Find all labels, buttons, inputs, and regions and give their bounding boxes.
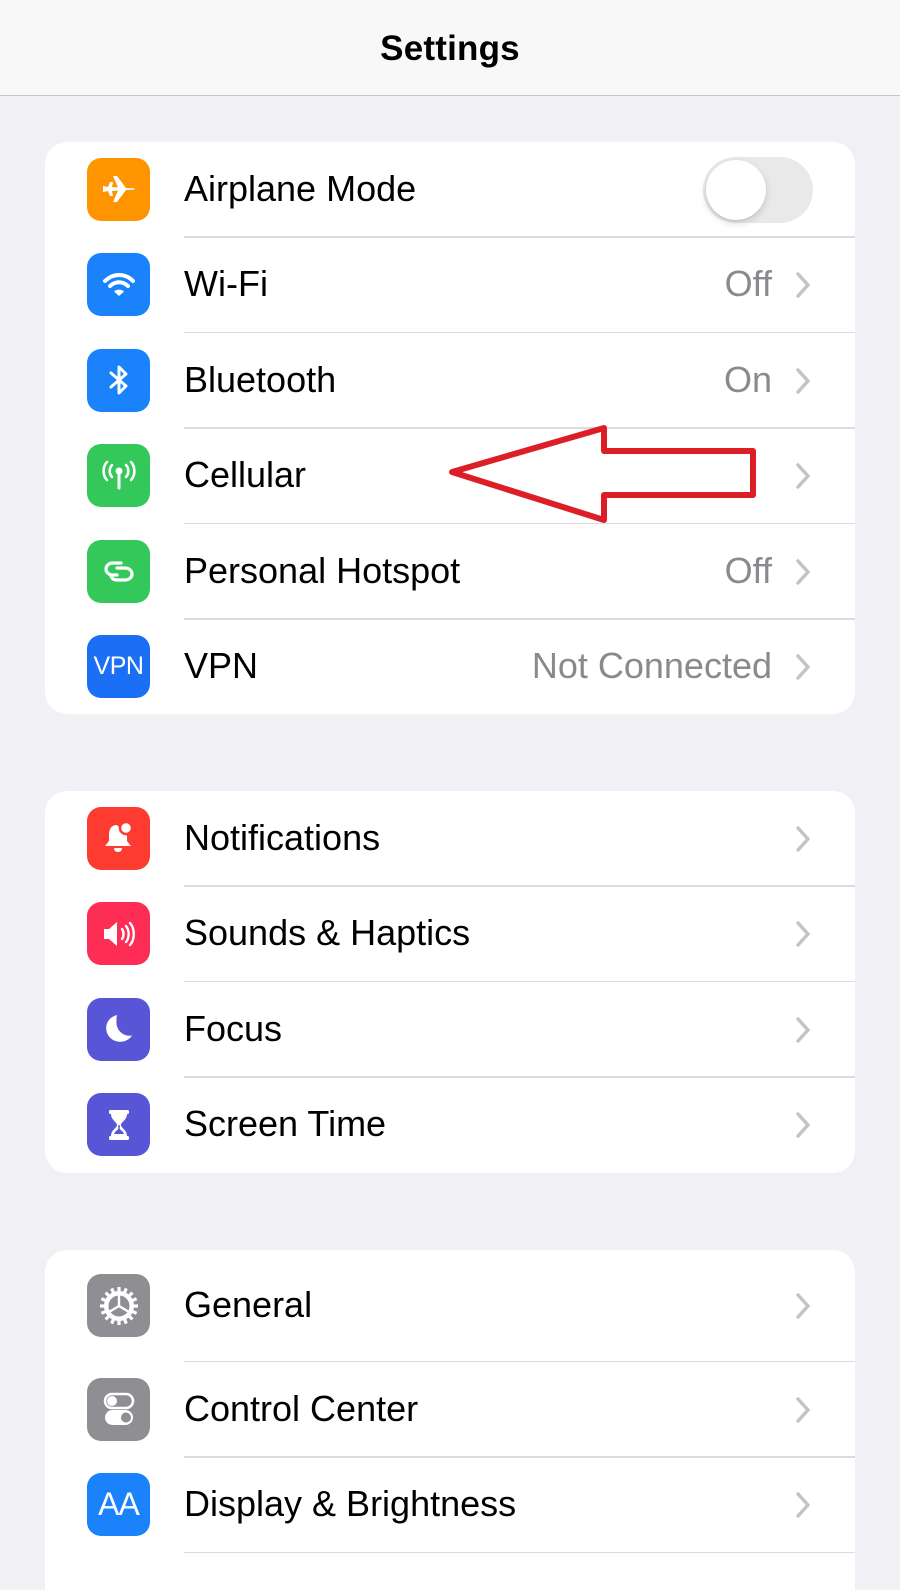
hourglass-icon bbox=[87, 1093, 150, 1157]
bell-icon bbox=[87, 806, 150, 870]
vpn-label: VPN bbox=[184, 645, 259, 687]
sounds-haptics-label: Sounds & Haptics bbox=[184, 912, 471, 954]
settings-row-general[interactable]: General bbox=[45, 1250, 855, 1362]
navigation-bar: Settings bbox=[0, 0, 900, 96]
chevron-right-icon bbox=[796, 559, 810, 585]
page-title: Settings bbox=[380, 28, 520, 68]
display-icon-text: AA bbox=[98, 1486, 140, 1523]
chevron-right-icon bbox=[796, 921, 810, 947]
speaker-icon bbox=[87, 902, 150, 966]
settings-row-cellular[interactable]: Cellular bbox=[45, 429, 855, 524]
settings-row-focus[interactable]: Focus bbox=[45, 982, 855, 1078]
chevron-right-icon bbox=[796, 1492, 810, 1518]
settings-group-attention: Notifications Sounds & Haptics Focus Scr… bbox=[45, 791, 855, 1173]
chevron-right-icon bbox=[796, 1397, 810, 1423]
chevron-right-icon bbox=[796, 1112, 810, 1138]
airplane-mode-toggle[interactable] bbox=[703, 156, 813, 223]
vpn-icon: VPN bbox=[87, 635, 150, 699]
personal-hotspot-status-value: Off bbox=[724, 549, 772, 591]
bluetooth-status-value: On bbox=[723, 358, 772, 400]
airplane-icon bbox=[87, 157, 150, 221]
vpn-status-value: Not Connected bbox=[531, 645, 772, 687]
screen-time-label: Screen Time bbox=[184, 1103, 387, 1145]
chevron-right-icon bbox=[796, 463, 810, 489]
control-center-label: Control Center bbox=[184, 1387, 419, 1429]
airplane-mode-label: Airplane Mode bbox=[184, 167, 417, 209]
personal-hotspot-label: Personal Hotspot bbox=[184, 549, 461, 591]
vpn-icon-text: VPN bbox=[93, 652, 144, 681]
settings-row-personal-hotspot[interactable]: Personal Hotspot Off bbox=[45, 524, 855, 620]
chevron-right-icon bbox=[796, 1017, 810, 1043]
settings-group-general: General Control Center AA Display & Brig… bbox=[45, 1250, 855, 1590]
hotspot-link-icon bbox=[87, 539, 150, 603]
settings-row-screen-time[interactable]: Screen Time bbox=[45, 1078, 855, 1174]
bluetooth-label: Bluetooth bbox=[184, 358, 337, 400]
settings-row-vpn[interactable]: VPN VPN Not Connected bbox=[45, 620, 855, 715]
bluetooth-icon bbox=[87, 348, 150, 412]
chevron-right-icon bbox=[796, 654, 810, 680]
display-text-size-icon: AA bbox=[87, 1473, 150, 1537]
general-label: General bbox=[184, 1284, 313, 1326]
display-brightness-label: Display & Brightness bbox=[184, 1483, 517, 1525]
settings-row-bluetooth[interactable]: Bluetooth On bbox=[45, 333, 855, 429]
focus-label: Focus bbox=[184, 1007, 283, 1049]
chevron-right-icon bbox=[796, 368, 810, 394]
control-center-toggles-icon bbox=[87, 1377, 150, 1441]
wifi-status-value: Off bbox=[724, 263, 772, 305]
settings-row-display-brightness[interactable]: AA Display & Brightness bbox=[45, 1458, 855, 1553]
chevron-right-icon bbox=[796, 1293, 810, 1319]
settings-group-connectivity: Airplane Mode Wi-Fi Off Bluetooth On Cel… bbox=[45, 142, 855, 714]
chevron-right-icon bbox=[796, 272, 810, 298]
settings-row-airplane-mode[interactable]: Airplane Mode bbox=[45, 142, 855, 238]
settings-row-notifications[interactable]: Notifications bbox=[45, 791, 855, 887]
wifi-icon bbox=[87, 253, 150, 317]
chevron-right-icon bbox=[796, 826, 810, 852]
gear-icon bbox=[87, 1274, 150, 1337]
settings-row-wifi[interactable]: Wi-Fi Off bbox=[45, 238, 855, 333]
toggle-knob bbox=[706, 159, 766, 220]
settings-row-control-center[interactable]: Control Center bbox=[45, 1362, 855, 1458]
wifi-label: Wi-Fi bbox=[184, 263, 268, 305]
notifications-label: Notifications bbox=[184, 816, 381, 858]
cellular-antenna-icon bbox=[87, 444, 150, 508]
cellular-label: Cellular bbox=[184, 454, 307, 496]
row-separator bbox=[184, 1551, 855, 1553]
moon-icon bbox=[87, 997, 150, 1061]
settings-row-sounds-haptics[interactable]: Sounds & Haptics bbox=[45, 887, 855, 982]
